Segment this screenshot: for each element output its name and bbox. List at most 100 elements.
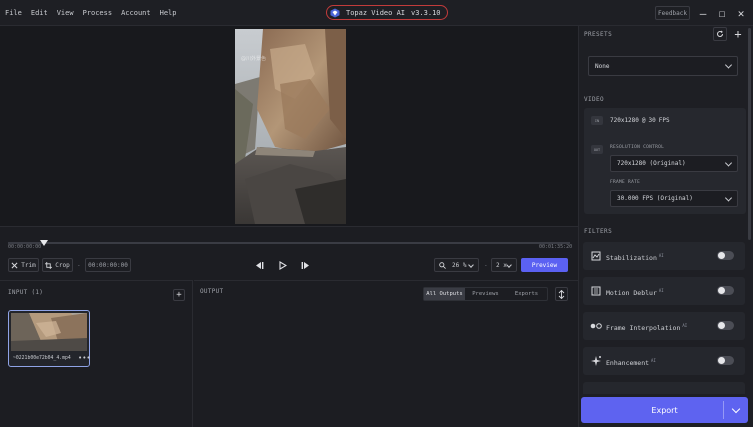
next-frame-button[interactable] (298, 258, 312, 272)
step-back-icon (255, 261, 263, 269)
timeline[interactable]: 00:00:00:00 00:01:35:20 (0, 226, 578, 253)
timecode-field[interactable]: 00:00:00:00 (85, 258, 131, 272)
input-fps-unit: FPS (658, 117, 670, 124)
previous-frame-button[interactable] (252, 258, 266, 272)
filter-motion-deblur[interactable]: Motion Deblur AI (583, 277, 745, 305)
tab-previews[interactable]: Previews (465, 288, 506, 300)
frame-interpolation-label: Frame Interpolation AI (606, 323, 687, 332)
stabilization-icon (591, 251, 601, 261)
timeline-start-time: 00:00:00:00 (8, 244, 42, 250)
trim-button[interactable]: Trim (8, 258, 39, 272)
add-input-button[interactable]: + (173, 289, 185, 301)
chevron-down-icon (724, 61, 733, 69)
tab-all-outputs[interactable]: All Outputs (424, 288, 465, 300)
close-button[interactable]: ✕ (734, 6, 748, 20)
stabilization-label: Stabilization AI (606, 253, 664, 262)
motion-deblur-name: Motion Deblur (606, 289, 657, 298)
feedback-button[interactable]: Feedback (655, 6, 690, 20)
playhead-marker[interactable] (40, 240, 48, 246)
timeline-end-time: 00:01:35:20 (539, 244, 573, 250)
enhancement-toggle[interactable] (717, 356, 734, 365)
tab-exports[interactable]: Exports (506, 288, 547, 300)
video-viewer[interactable]: @川外景色 (0, 26, 578, 226)
ai-badge: AI (651, 358, 656, 363)
menu-account[interactable]: Account (121, 9, 151, 17)
chevron-down-icon (724, 193, 733, 202)
reset-preset-button[interactable] (713, 27, 727, 41)
output-panel: OUTPUT (194, 280, 578, 427)
magnifier-icon (439, 261, 446, 269)
input-at: @ (641, 117, 646, 124)
input-video-card[interactable]: ~0221b00e72b04_4.mp4 ••• (8, 310, 91, 367)
sort-arrows-icon (558, 289, 565, 299)
plus-icon: + (176, 290, 182, 300)
menu-edit[interactable]: Edit (31, 9, 48, 17)
zoom-separator: - (484, 262, 488, 269)
refresh-icon (717, 30, 723, 37)
frame-interpolation-toggle[interactable] (717, 321, 734, 330)
menu-help[interactable]: Help (160, 9, 177, 17)
preview-button[interactable]: Preview (521, 258, 568, 272)
frame-interpolation-name: Frame Interpolation (606, 324, 681, 333)
input-tag: IN (591, 116, 603, 125)
crop-button[interactable]: Crop (42, 258, 73, 272)
frame-rate-label: FRAME RATE (610, 180, 641, 185)
more-options-icon[interactable]: ••• (78, 354, 91, 362)
ai-badge: AI (682, 323, 688, 328)
menu-view[interactable]: View (57, 9, 74, 17)
play-button[interactable] (275, 258, 289, 272)
input-fps: 30 (648, 117, 656, 124)
chevron-down-icon[interactable] (731, 404, 741, 414)
filter-frame-interpolation[interactable]: Frame Interpolation AI (583, 312, 745, 340)
motion-deblur-label: Motion Deblur AI (606, 288, 664, 297)
preset-select[interactable]: None (588, 56, 738, 76)
filter-enhancement[interactable]: Enhancement AI (583, 347, 745, 375)
title-bar: File Edit View Process Account Help Topa… (0, 0, 753, 26)
output-tag: OUT (591, 145, 603, 154)
menu-process[interactable]: Process (83, 9, 113, 17)
ai-badge: AI (658, 253, 664, 258)
app-name: Topaz Video AI (346, 8, 406, 17)
resolution-control-label: RESOLUTION CONTROL (610, 145, 665, 150)
scissors-icon (11, 262, 18, 268)
timecode-separator: - (77, 262, 81, 269)
stabilization-toggle[interactable] (717, 251, 734, 260)
sort-button[interactable] (555, 287, 568, 301)
playback-controls: Trim Crop - 00:00:00:00 26 % - 2 x Previ… (0, 253, 578, 279)
chevron-down-icon (506, 262, 512, 268)
app-version: v3.3.10 (411, 8, 441, 17)
chevron-down-icon (468, 262, 474, 268)
maximize-button[interactable]: ☐ (715, 6, 729, 20)
play-icon (278, 260, 287, 270)
input-panel: INPUT (1) + ~0221b00e72b04_4.mp4 ••• (0, 280, 193, 427)
minimize-button[interactable]: — (696, 6, 710, 20)
video-thumbnail (11, 313, 87, 351)
menu-bar: File Edit View Process Account Help (5, 9, 176, 17)
preset-value: None (595, 62, 610, 70)
enhancement-name: Enhancement (606, 359, 650, 368)
frame-rate-select[interactable]: 30.000 FPS (Original) (610, 190, 738, 207)
frame-rate-value: 30.000 FPS (Original) (617, 195, 693, 202)
video-watermark: @川外景色 (241, 56, 267, 62)
timeline-track[interactable] (8, 242, 570, 244)
input-spec: 720x1280 @ 30 FPS (610, 117, 670, 124)
output-panel-title: OUTPUT (200, 288, 224, 295)
trim-label: Trim (21, 261, 36, 269)
filter-row-partial (583, 382, 745, 394)
enhancement-label: Enhancement AI (606, 358, 656, 367)
motion-deblur-toggle[interactable] (717, 286, 734, 295)
export-label: Export (651, 405, 678, 415)
resolution-value: 720x1280 (Original) (617, 160, 686, 167)
settings-scrollbar[interactable] (748, 28, 751, 240)
zoom-select[interactable]: 26 % (434, 258, 479, 272)
input-panel-title: INPUT (1) (8, 289, 44, 296)
filter-stabilization[interactable]: Stabilization AI (583, 242, 745, 270)
stabilization-name: Stabilization (606, 254, 657, 263)
menu-file[interactable]: File (5, 9, 22, 17)
speed-select[interactable]: 2 x (491, 258, 517, 272)
export-button[interactable]: Export (581, 397, 748, 423)
topaz-logo-icon (330, 8, 340, 17)
add-preset-button[interactable]: + (731, 27, 745, 41)
motion-deblur-icon (591, 286, 601, 296)
resolution-select[interactable]: 720x1280 (Original) (610, 155, 738, 172)
